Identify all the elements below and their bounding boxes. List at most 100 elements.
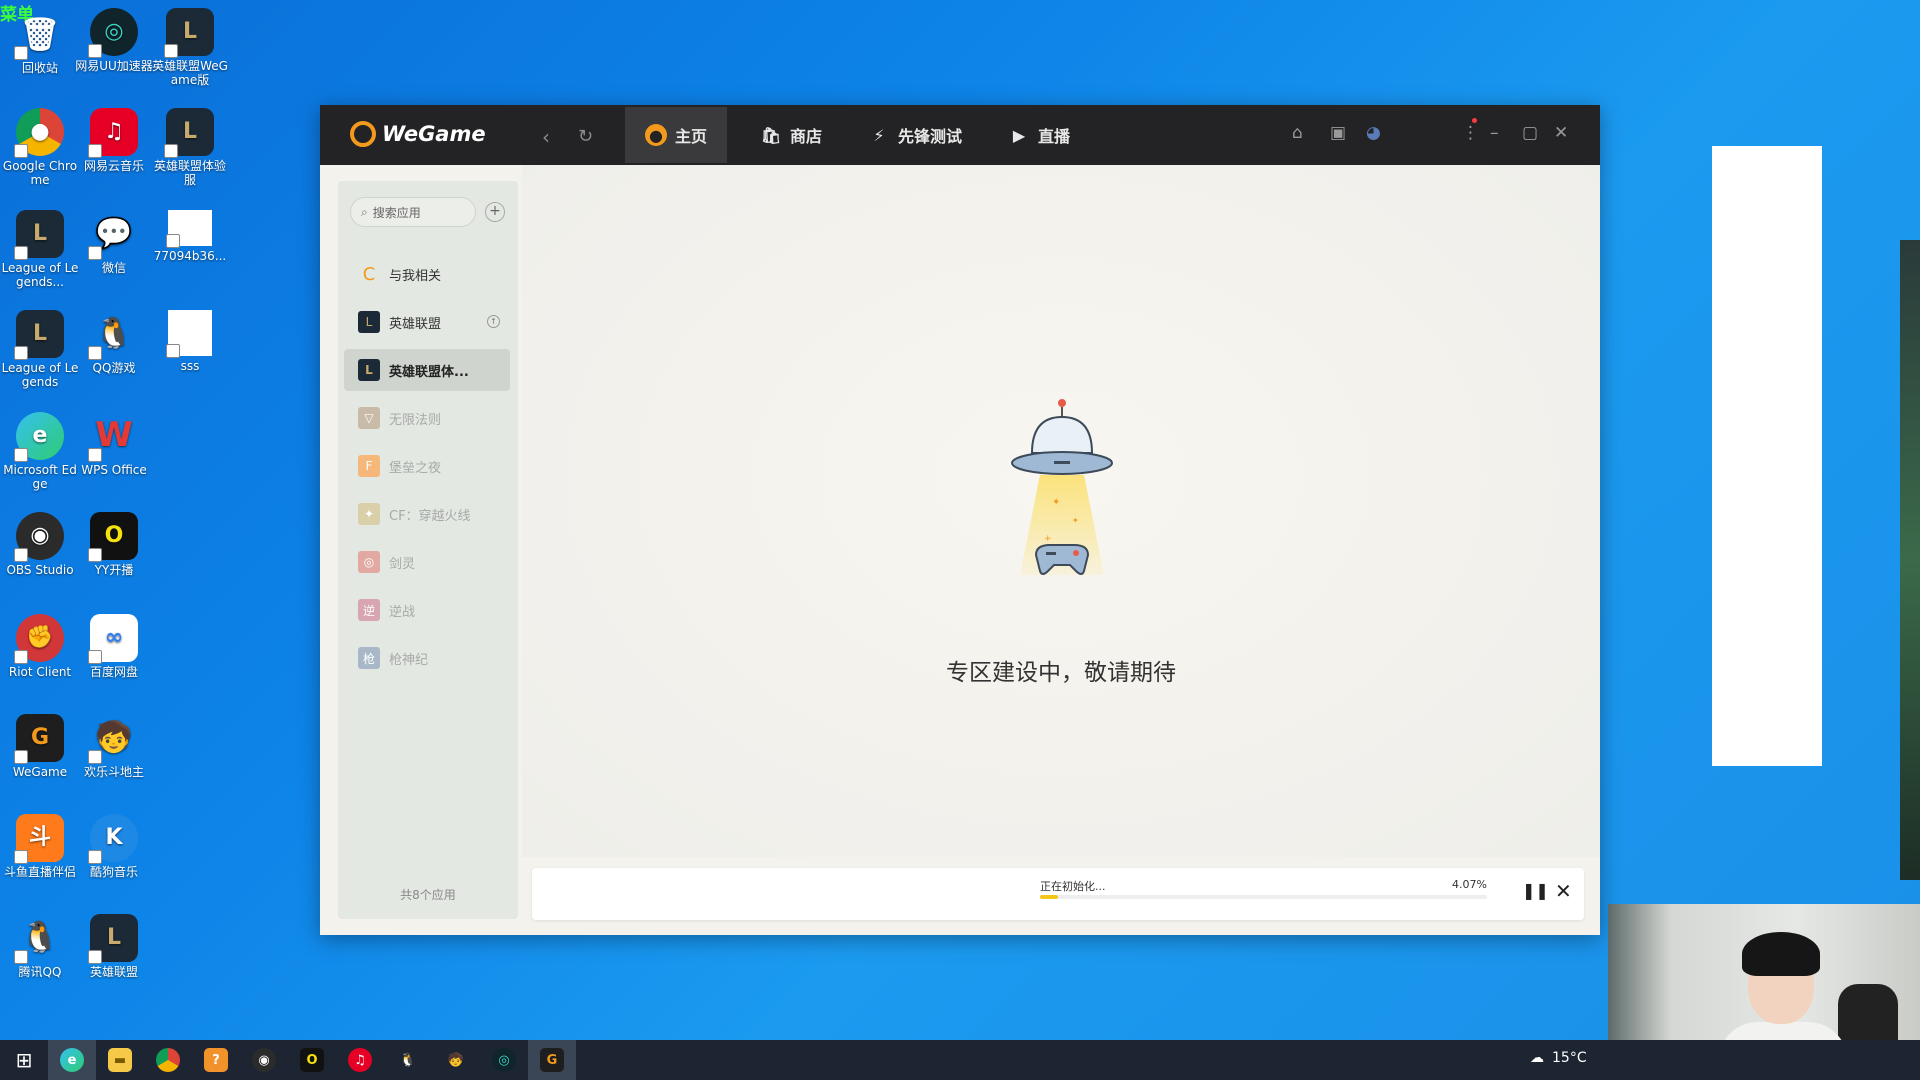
taskbar-obs[interactable]: ◉ [240, 1040, 288, 1080]
sidebar-item-label: 英雄联盟 [389, 316, 442, 332]
pause-icon[interactable]: ❚❚ [1522, 881, 1549, 900]
wps-icon: W [88, 412, 138, 462]
sidebar-item-label: CF：穿越火线 [389, 508, 471, 524]
taskbar-doudizhu[interactable]: 🧒 [432, 1040, 480, 1080]
desktop-icon-wegame[interactable]: G WeGame [0, 714, 80, 780]
wegame-window: WeGame ‹ ↻ ● 主页 🛍 商店 ⚡ 先锋测试 ▶ 直播 ⌂ ▣ ◕ ⋮… [320, 105, 1600, 935]
desktop-icon-uu[interactable]: ◎ 网易UU加速器 [74, 8, 154, 74]
desktop-icon-lol-1[interactable]: L League of Legends... [0, 210, 80, 290]
desktop-icon-baidu-pan[interactable]: ∞ 百度网盘 [74, 614, 154, 680]
desktop-icon-file-2[interactable]: sss [150, 310, 230, 374]
sidebar-item-crossfire[interactable]: ✦ CF：穿越火线 [344, 493, 510, 535]
close-icon[interactable]: ✕ [1554, 123, 1568, 143]
yy-icon: O [88, 512, 138, 562]
desktop-icon-doudizhu[interactable]: 🧒 欢乐斗地主 [74, 714, 154, 780]
taskbar-explorer[interactable]: ▬ [96, 1040, 144, 1080]
taskbar-edge[interactable]: e [48, 1040, 96, 1080]
triangle-icon: ▽ [358, 407, 380, 429]
sidebar-item-lol[interactable]: L 英雄联盟 ↑ [344, 301, 510, 343]
sidebar-item-label: 与我相关 [389, 268, 442, 284]
desktop-icon-netease-music[interactable]: ♫ 网易云音乐 [74, 108, 154, 174]
sidebar-item-fortnite[interactable]: F 堡垒之夜 [344, 445, 510, 487]
netease-music-icon: ♫ [88, 108, 138, 158]
taskbar-app-orange[interactable]: ? [192, 1040, 240, 1080]
desktop-icon-lol-wegame[interactable]: L 英雄联盟WeGame版 [150, 8, 230, 88]
lol-icon: L [164, 8, 214, 58]
more-menu-icon[interactable]: ⋮ [1462, 123, 1479, 143]
sidebar-item-label: 堡垒之夜 [389, 460, 442, 476]
tab-vanguard-test[interactable]: ⚡ 先锋测试 [848, 107, 982, 163]
sidebar-item-blade-soul[interactable]: ◎ 剑灵 [344, 541, 510, 583]
download-progress-fill [1040, 895, 1059, 899]
desktop-icon-file-1[interactable]: 77094b36... [150, 210, 230, 264]
wegame-logo[interactable]: WeGame [350, 121, 486, 147]
desktop-icon-chrome[interactable]: ● Google Chrome [0, 108, 80, 188]
desktop-icon-lol-3[interactable]: L 英雄联盟 [74, 914, 154, 980]
desktop-icon-obs[interactable]: ◉ OBS Studio [0, 512, 80, 578]
desktop-icon-label: QQ游戏 [92, 361, 136, 375]
desktop-icon-wps[interactable]: W WPS Office [74, 412, 154, 478]
doudizhu-icon: 🧒 [447, 1052, 465, 1068]
desktop-icon-label: 回收站 [21, 61, 58, 75]
desktop-icon-wechat[interactable]: 💬 微信 [74, 210, 154, 276]
desktop-icon-riot[interactable]: ✊ Riot Client [0, 614, 80, 680]
sidebar-item-related[interactable]: C 与我相关 [344, 253, 510, 295]
qiangshenji-icon: 枪 [358, 647, 380, 669]
uu-accelerator-icon: ◎ [88, 8, 138, 58]
wegame-icon: G [14, 714, 64, 764]
desktop-icon-yy[interactable]: O YY开播 [74, 512, 154, 578]
taskbar-wegame[interactable]: G [528, 1040, 576, 1080]
desktop-icon-lol-2[interactable]: L League of Legends [0, 310, 80, 390]
desktop-icon-label: Microsoft Edge [3, 463, 77, 491]
sidebar-item-qiangshenji[interactable]: 枪 枪神纪 [344, 637, 510, 679]
desktop-icon-edge[interactable]: e Microsoft Edge [0, 412, 80, 492]
game-controller-icon[interactable]: ⌂ [1292, 123, 1303, 143]
maximize-icon[interactable]: ▢ [1522, 123, 1538, 143]
start-button[interactable]: ⊞ [0, 1040, 48, 1080]
refresh-icon[interactable]: ↻ [578, 126, 593, 147]
desktop-icon-label: 微信 [101, 261, 126, 275]
desktop-icon-qq[interactable]: 🐧 腾讯QQ [0, 914, 80, 980]
sidebar-item-nizhan[interactable]: 逆 逆战 [344, 589, 510, 631]
download-status: 正在初始化... [1040, 880, 1106, 893]
tab-live[interactable]: ▶ 直播 [988, 107, 1090, 163]
desktop-icon-qq-game[interactable]: 🐧 QQ游戏 [74, 310, 154, 376]
minimize-icon[interactable]: – [1490, 123, 1499, 143]
back-arrow-icon[interactable]: ‹ [542, 125, 550, 149]
taskbar-yy[interactable]: O [288, 1040, 336, 1080]
search-icon: ⌕ [361, 204, 368, 219]
white-panel [1712, 146, 1822, 766]
desktop-icon-kugou[interactable]: K 酷狗音乐 [74, 814, 154, 880]
chrome-icon [156, 1048, 180, 1072]
tab-store[interactable]: 🛍 商店 [740, 107, 842, 163]
desktop-icon-label: WPS Office [81, 463, 147, 477]
desktop-icon-lol-pbe[interactable]: L 英雄联盟体验服 [150, 108, 230, 188]
sidebar-item-lol-pbe[interactable]: L 英雄联盟体... [344, 349, 510, 391]
obs-icon: ◉ [14, 512, 64, 562]
lol-icon: L [358, 359, 380, 381]
svg-text:+: + [1044, 534, 1052, 544]
taskbar-uu[interactable]: ◎ [480, 1040, 528, 1080]
desktop-icon-recycle-bin[interactable]: 🗑 回收站 [0, 10, 80, 76]
uu-accelerator-icon: ◎ [492, 1048, 516, 1072]
tab-label: 直播 [1038, 127, 1071, 146]
search-input[interactable]: ⌕ 搜索应用 [350, 197, 476, 227]
doudizhu-icon: 🧒 [88, 714, 138, 764]
app-sidebar: ⌕ 搜索应用 + C 与我相关 L 英雄联盟 ↑ L 英雄联盟体... ▽ 无限… [338, 181, 518, 919]
taskbar-qq-game[interactable]: 🐧 [384, 1040, 432, 1080]
add-app-button[interactable]: + [485, 202, 505, 222]
cancel-download-icon[interactable]: ✕ [1555, 879, 1572, 903]
desktop-icon-douyu[interactable]: 斗 斗鱼直播伴侣 [0, 814, 80, 880]
taskbar-chrome[interactable] [144, 1040, 192, 1080]
weather-temperature[interactable]: 15°C [1552, 1050, 1587, 1066]
taskbar-netease-music[interactable]: ♫ [336, 1040, 384, 1080]
update-arrow-icon[interactable]: ↑ [487, 315, 500, 328]
lol-icon: L [14, 210, 64, 260]
tab-home[interactable]: ● 主页 [625, 107, 728, 163]
crossfire-icon: ✦ [358, 503, 380, 525]
taskbar: ⊞ e ▬ ? ◉ O ♫ 🐧 🧒 ◎ G ☁ 15°C [0, 1040, 1920, 1080]
desktop-icon-label: 英雄联盟体验服 [153, 159, 226, 187]
avatar[interactable]: ◕ [1366, 123, 1381, 143]
sidebar-item-ring-of-elysium[interactable]: ▽ 无限法则 [344, 397, 510, 439]
clipboard-icon[interactable]: ▣ [1330, 123, 1346, 143]
